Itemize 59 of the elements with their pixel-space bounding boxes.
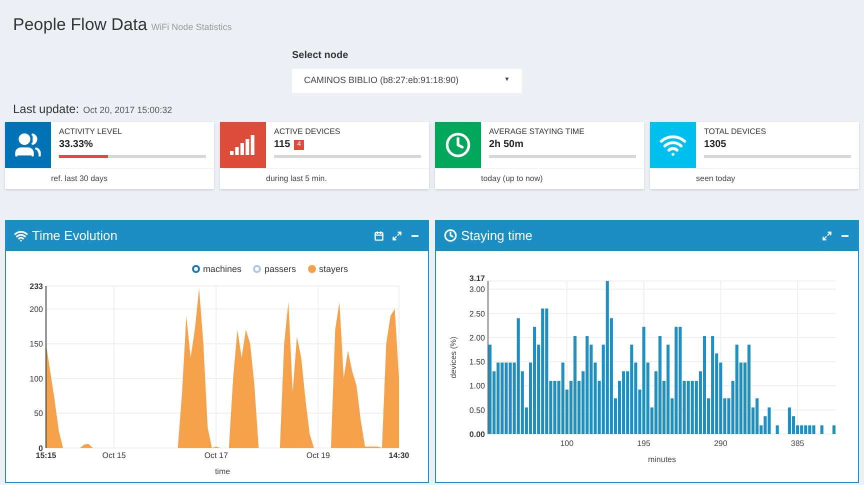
panel-title: Staying time	[461, 226, 534, 245]
y-tick-label: 2.50	[469, 308, 485, 318]
legend-item[interactable]: stayers	[308, 262, 348, 276]
x-axis-title: minutes	[648, 454, 676, 464]
clock-icon	[445, 132, 471, 158]
y-tick-label: 50	[34, 409, 43, 418]
x-tick-label: 14:30	[388, 451, 410, 460]
stat-note: during last 5 min.	[224, 168, 429, 188]
x-tick-label: 195	[637, 438, 650, 448]
x-tick-label: Oct 17	[204, 451, 228, 460]
y-tick-label: 1.50	[469, 357, 485, 366]
y-tick-label: 150	[30, 340, 43, 349]
stat-value: 115	[274, 138, 290, 152]
legend-item[interactable]: passers	[253, 262, 296, 276]
users-icon	[14, 130, 42, 158]
x-tick-label: 15:15	[36, 451, 56, 460]
x-tick-label: 385	[790, 438, 804, 448]
y-tick-label: 100	[30, 374, 43, 384]
x-axis-title: time	[214, 467, 230, 476]
page-subtitle: WiFi Node Statistics	[151, 21, 232, 34]
clock-icon	[444, 229, 457, 242]
stat-note: today (up to now)	[439, 168, 644, 188]
expand-icon[interactable]	[392, 230, 402, 240]
x-tick-label: Oct 19	[306, 451, 330, 460]
stat-note: seen today	[654, 168, 859, 188]
last-update-label: Last update:	[13, 100, 80, 118]
stat-title: TOTAL DEVICES	[704, 126, 768, 138]
stat-note: ref. last 30 days	[9, 168, 214, 188]
select-label: Select node	[292, 48, 348, 62]
x-tick-label: Oct 15	[102, 451, 126, 460]
wifi-icon	[14, 228, 28, 242]
expand-icon[interactable]	[822, 230, 832, 240]
y-tick-label: 1.00	[469, 381, 485, 390]
stat-title: ACTIVE DEVICES	[274, 126, 342, 138]
y-tick-label: 233	[30, 282, 43, 291]
stat-value: 2h 50m	[489, 138, 524, 152]
stat-title: AVERAGE STAYING TIME	[489, 126, 586, 138]
y-tick-label: 0.50	[469, 405, 485, 414]
y-tick-label: 3.00	[469, 284, 485, 294]
panel-title: Time Evolution	[32, 226, 118, 245]
histogram-bar	[820, 424, 824, 434]
stat-title: ACTIVITY LEVEL	[59, 126, 123, 138]
y-axis-title: devices (%)	[449, 336, 458, 378]
signal-bars-icon	[230, 134, 256, 154]
y-tick-label: 200	[30, 304, 43, 314]
stat-value: 33.33%	[59, 138, 93, 152]
last-update-value: Oct 20, 2017 15:00:32	[83, 104, 172, 116]
page-title: People Flow Data	[13, 14, 148, 36]
histogram-bar	[832, 424, 836, 434]
histogram-bar	[776, 424, 779, 434]
calendar-icon[interactable]	[374, 230, 384, 240]
stat-value: 1305	[704, 138, 726, 152]
y-tick-label: 3.17	[469, 274, 485, 282]
y-tick-label: 2.00	[469, 332, 485, 342]
legend-item[interactable]: machines	[192, 262, 242, 276]
y-tick-label: 0	[38, 444, 43, 453]
x-tick-label: 100	[560, 438, 574, 448]
x-tick-label: 290	[714, 438, 728, 448]
y-tick-label: 0.00	[469, 430, 485, 438]
